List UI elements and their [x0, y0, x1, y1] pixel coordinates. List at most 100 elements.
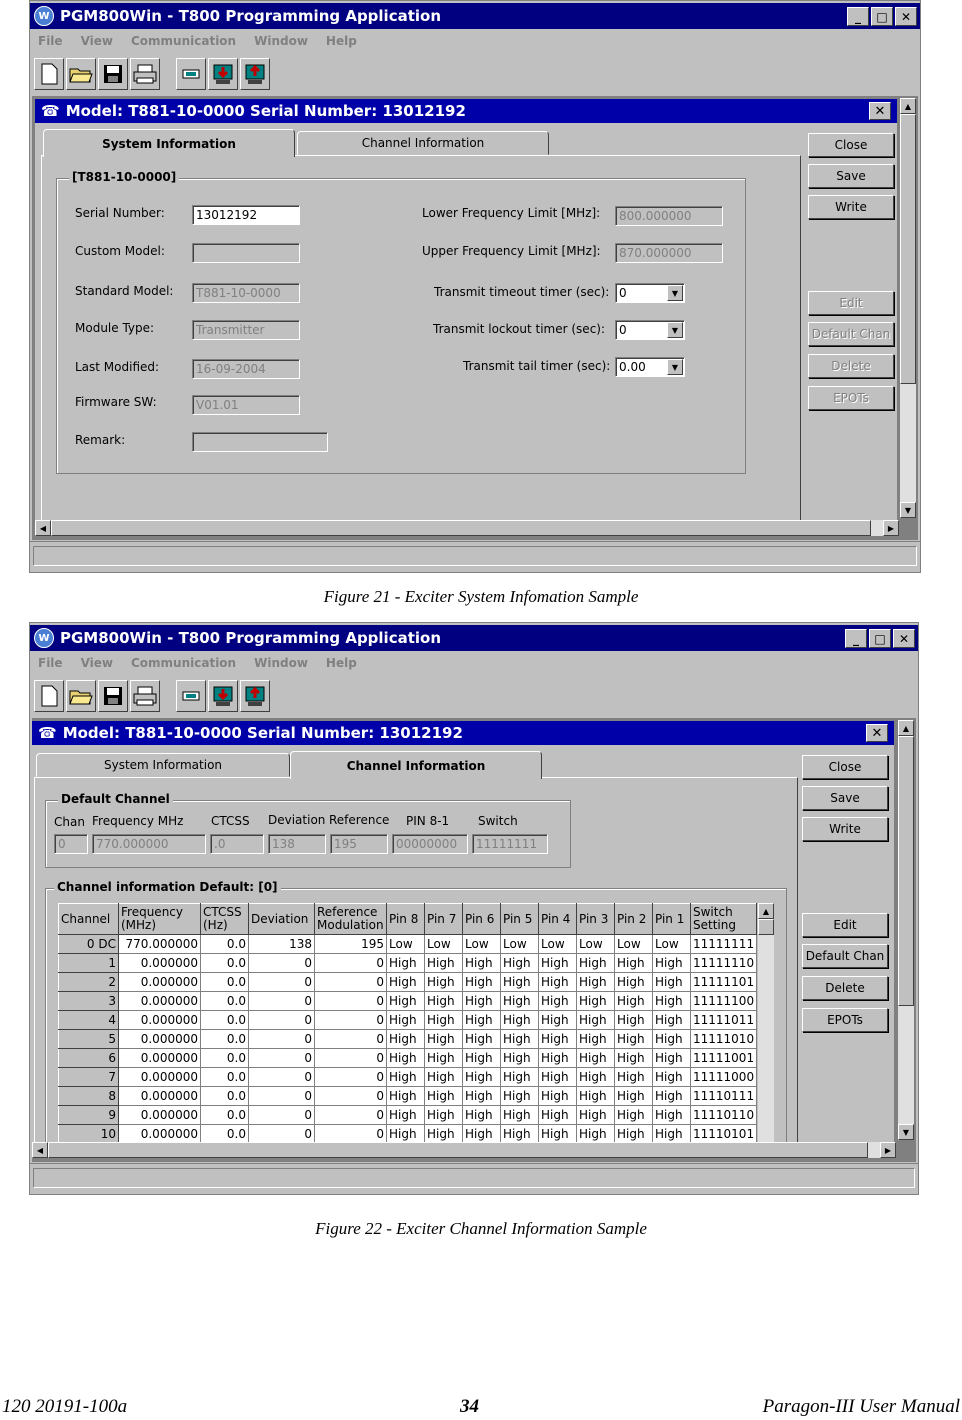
download-button[interactable]: [208, 680, 238, 712]
table-cell[interactable]: Low: [538, 934, 577, 954]
row-header-cell[interactable]: 3: [58, 991, 119, 1011]
table-cell[interactable]: High: [652, 991, 691, 1011]
edit-button[interactable]: Edit: [808, 291, 894, 315]
column-header[interactable]: Switch Setting: [689, 903, 758, 935]
menu-file[interactable]: File: [38, 656, 63, 670]
table-cell[interactable]: High: [500, 1067, 539, 1087]
table-row[interactable]: 4 0.000000 0.0 0 0 High High High High High High Hi…: [58, 1010, 758, 1030]
child-close-button[interactable]: ✕: [869, 102, 891, 120]
table-cell[interactable]: High: [424, 953, 463, 973]
table-cell[interactable]: 0.000000: [118, 953, 201, 973]
tab-channel-information[interactable]: Channel Information: [290, 751, 542, 779]
table-cell[interactable]: High: [652, 1067, 691, 1087]
default-chan-button[interactable]: Default Chan: [802, 944, 888, 968]
table-cell[interactable]: High: [424, 1105, 463, 1125]
table-cell[interactable]: High: [462, 953, 501, 973]
table-cell[interactable]: 11111110: [690, 953, 758, 973]
table-cell[interactable]: High: [462, 1029, 501, 1049]
table-row[interactable]: 7 0.000000 0.0 0 0 High High High High High High Hi…: [58, 1067, 758, 1087]
tab-channel-information[interactable]: Channel Information: [297, 131, 549, 155]
vertical-scrollbar[interactable]: ▲ ▼: [900, 98, 916, 518]
table-cell[interactable]: 0: [248, 1105, 315, 1125]
default-chan-button[interactable]: Default Chan: [808, 322, 894, 346]
table-cell[interactable]: High: [500, 991, 539, 1011]
scroll-up-icon[interactable]: ▲: [898, 720, 914, 736]
custom-model-field[interactable]: [192, 243, 300, 263]
menu-help[interactable]: Help: [326, 34, 357, 48]
table-cell[interactable]: 0: [314, 1105, 387, 1125]
table-cell[interactable]: Low: [614, 934, 653, 954]
table-cell[interactable]: High: [538, 1105, 577, 1125]
table-cell[interactable]: 0.000000: [118, 1010, 201, 1030]
table-cell[interactable]: 0.0: [200, 991, 249, 1011]
delete-button[interactable]: Delete: [802, 976, 888, 1000]
table-cell[interactable]: 0.000000: [118, 972, 201, 992]
table-cell[interactable]: 11110110: [690, 1105, 758, 1125]
table-cell[interactable]: 0: [314, 1029, 387, 1049]
table-cell[interactable]: High: [614, 1048, 653, 1068]
table-scroll-thumb[interactable]: [758, 919, 774, 935]
table-cell[interactable]: High: [500, 1124, 539, 1143]
table-cell[interactable]: 0: [248, 991, 315, 1011]
table-cell[interactable]: 11110101: [690, 1124, 758, 1143]
table-cell[interactable]: 0: [248, 1124, 315, 1143]
table-cell[interactable]: 0.000000: [118, 1067, 201, 1087]
table-cell[interactable]: High: [386, 972, 425, 992]
tab-system-information[interactable]: System Information: [36, 753, 290, 777]
edit-button[interactable]: Edit: [802, 913, 888, 937]
table-cell[interactable]: 11111000: [690, 1067, 758, 1087]
menu-file[interactable]: File: [38, 34, 63, 48]
remark-field[interactable]: [192, 432, 328, 452]
table-row[interactable]: 6 0.000000 0.0 0 0 High High High High High High Hi…: [58, 1048, 758, 1068]
table-cell[interactable]: 0: [248, 972, 315, 992]
table-cell[interactable]: High: [576, 1124, 615, 1143]
table-cell[interactable]: 11111010: [690, 1029, 758, 1049]
timeout-timer-select[interactable]: 0 ▼: [615, 283, 685, 303]
column-header[interactable]: Frequency (MHz): [118, 903, 201, 935]
horizontal-scrollbar[interactable]: ◀ ▶: [35, 520, 899, 536]
save-button[interactable]: Save: [808, 164, 894, 188]
table-cell[interactable]: High: [500, 953, 539, 973]
column-header[interactable]: Pin 3: [576, 903, 615, 935]
table-cell[interactable]: High: [652, 1029, 691, 1049]
table-row[interactable]: 5 0.000000 0.0 0 0 High High High High High High Hi…: [58, 1029, 758, 1049]
maximize-button[interactable]: □: [869, 629, 891, 648]
table-cell[interactable]: High: [652, 972, 691, 992]
vertical-scrollbar[interactable]: ▲ ▼: [898, 720, 914, 1140]
table-cell[interactable]: High: [576, 953, 615, 973]
table-cell[interactable]: High: [462, 1105, 501, 1125]
table-cell[interactable]: High: [614, 953, 653, 973]
table-cell[interactable]: 0.0: [200, 1048, 249, 1068]
scroll-right-icon[interactable]: ▶: [880, 1142, 896, 1158]
minimize-button[interactable]: _: [847, 7, 869, 26]
table-cell[interactable]: High: [424, 972, 463, 992]
table-cell[interactable]: 0.000000: [118, 991, 201, 1011]
lower-freq-field[interactable]: 800.000000: [615, 206, 723, 226]
table-cell[interactable]: High: [424, 1124, 463, 1143]
download-button[interactable]: [208, 58, 238, 90]
table-cell[interactable]: 0.000000: [118, 1048, 201, 1068]
row-header-cell[interactable]: 4: [58, 1010, 119, 1030]
table-cell[interactable]: High: [576, 1086, 615, 1106]
table-cell[interactable]: High: [462, 1086, 501, 1106]
new-button[interactable]: [34, 58, 64, 90]
table-cell[interactable]: 0: [314, 972, 387, 992]
table-cell[interactable]: High: [462, 1010, 501, 1030]
table-cell[interactable]: High: [538, 1010, 577, 1030]
table-cell[interactable]: High: [614, 972, 653, 992]
column-header[interactable]: Pin 1: [652, 903, 691, 935]
table-cell[interactable]: 0.000000: [118, 1086, 201, 1106]
delete-button[interactable]: Delete: [808, 354, 894, 378]
table-cell[interactable]: High: [538, 1029, 577, 1049]
table-cell[interactable]: High: [538, 991, 577, 1011]
table-row[interactable]: 9 0.000000 0.0 0 0 High High High High High High Hi…: [58, 1105, 758, 1125]
table-row[interactable]: 8 0.000000 0.0 0 0 High High High High High High Hi…: [58, 1086, 758, 1106]
table-cell[interactable]: High: [462, 1124, 501, 1143]
print-button[interactable]: [130, 58, 160, 90]
table-cell[interactable]: High: [614, 1029, 653, 1049]
column-header[interactable]: Pin 4: [538, 903, 577, 935]
scroll-left-icon[interactable]: ◀: [35, 520, 51, 536]
table-cell[interactable]: High: [386, 1105, 425, 1125]
module-type-field[interactable]: Transmitter: [192, 320, 300, 340]
table-cell[interactable]: High: [424, 1010, 463, 1030]
